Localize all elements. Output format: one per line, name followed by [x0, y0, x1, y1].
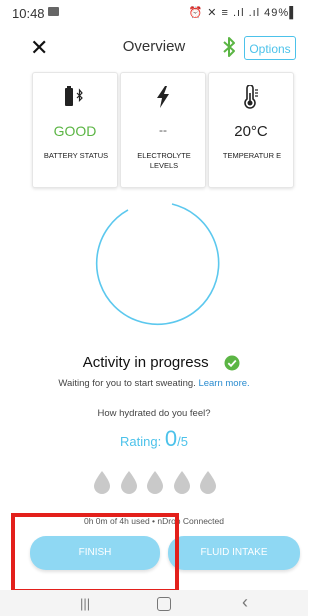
- status-bar: 10:48 ⏰ ✕ ≡ .ıl .ıl 49%▌: [0, 0, 308, 28]
- temperature-value: 20°C: [234, 123, 268, 140]
- rating-drops: [92, 470, 218, 494]
- lightning-icon: [121, 85, 205, 109]
- electrolyte-levels-value: --: [159, 123, 167, 137]
- activity-progress-ring: [95, 203, 220, 326]
- status-indicators: ⏰ ✕ ≡ .ıl .ıl 49%▌: [188, 7, 298, 19]
- rating-display: Rating: 0/5: [0, 426, 308, 452]
- close-button[interactable]: ✕: [30, 36, 48, 60]
- system-nav-bar: [0, 590, 308, 616]
- rating-label: Rating:: [120, 434, 162, 449]
- bluetooth-icon: [223, 37, 235, 57]
- fluid-intake-button[interactable]: FLUID INTAKE: [168, 536, 300, 570]
- battery-status-card: GOOD BATTERY STATUS: [32, 72, 118, 188]
- electrolyte-levels-card: -- ELECTROLYTE LEVELS: [120, 72, 206, 188]
- activity-title-text: Activity in progress: [82, 354, 209, 371]
- drop-icon[interactable]: [145, 470, 165, 494]
- learn-more-link[interactable]: Learn more.: [198, 378, 249, 389]
- battery-status-value: GOOD: [53, 123, 97, 139]
- activity-subtitle-text: Waiting for you to start sweating.: [58, 378, 196, 389]
- rating-max: /5: [177, 434, 188, 449]
- temperature-card: 20°C TEMPERATUR E: [208, 72, 294, 188]
- check-circle-icon: [224, 355, 240, 371]
- options-button[interactable]: Options: [244, 36, 296, 60]
- recents-button[interactable]: |||: [80, 596, 90, 611]
- hydration-question: How hydrated do you feel?: [97, 408, 211, 419]
- thermometer-icon: [209, 85, 293, 109]
- home-button[interactable]: [157, 597, 171, 611]
- battery-bluetooth-icon: [33, 85, 117, 109]
- rating-value: 0: [164, 426, 178, 451]
- electrolyte-levels-label: ELECTROLYTE LEVELS: [137, 151, 191, 170]
- drop-icon[interactable]: [119, 470, 139, 494]
- drop-icon[interactable]: [92, 470, 112, 494]
- temperature-label: TEMPERATUR E: [222, 151, 282, 160]
- drop-icon[interactable]: [172, 470, 192, 494]
- activity-subtitle: Waiting for you to start sweating. Learn…: [0, 378, 308, 389]
- gallery-icon: [48, 7, 59, 16]
- highlight-box: [11, 513, 179, 593]
- activity-title: Activity in progress: [0, 354, 308, 371]
- drop-icon[interactable]: [198, 470, 218, 494]
- battery-status-label: BATTERY STATUS: [43, 151, 109, 160]
- back-button[interactable]: ‹: [242, 592, 248, 613]
- status-time: 10:48: [12, 6, 45, 21]
